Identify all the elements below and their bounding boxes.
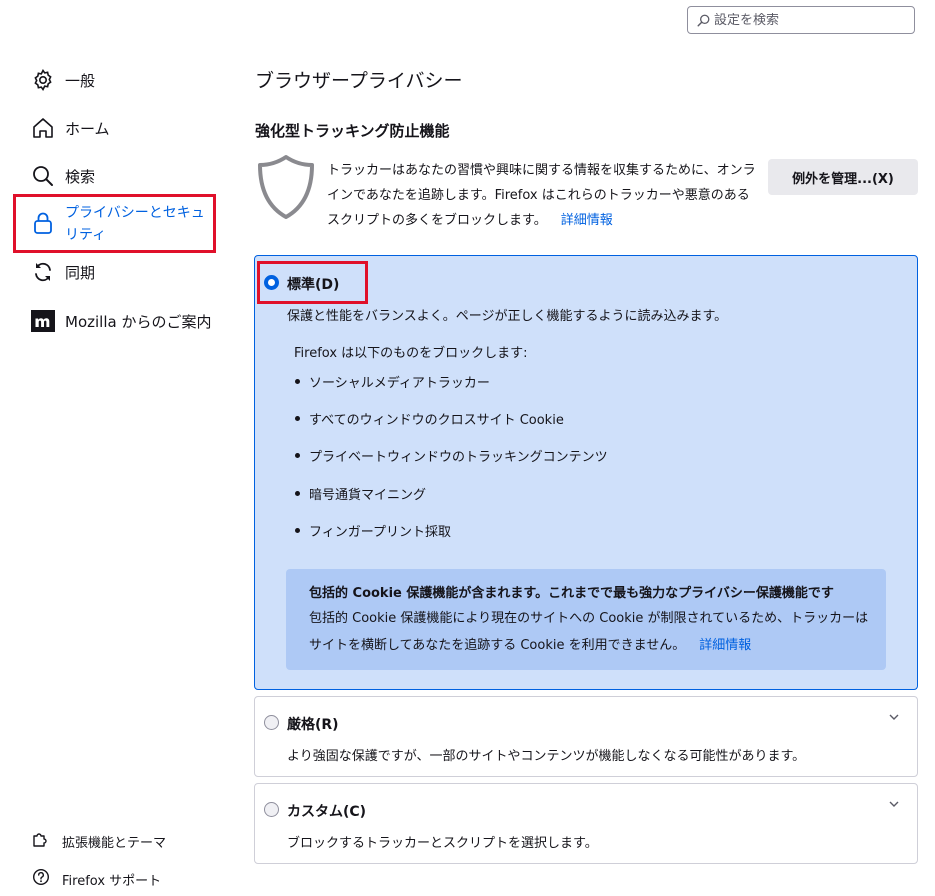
chevron-down-icon[interactable] — [888, 711, 900, 726]
sidebar-item-privacy[interactable]: プライバシーとセキュリティ — [30, 202, 205, 246]
sidebar-item-home[interactable]: ホーム — [30, 108, 110, 148]
cookie-protection-description: 包括的 Cookie 保護機能により現在のサイトへの Cookie が制限されて… — [309, 611, 869, 653]
search-icon — [697, 14, 710, 27]
lock-icon — [30, 210, 56, 236]
list-item: フィンガープリント採取 — [295, 521, 451, 540]
sidebar-item-label: 一般 — [65, 71, 96, 90]
sidebar-item-support[interactable]: Firefox サポート — [32, 867, 161, 891]
custom-option-description: ブロックするトラッカーとスクリプトを選択します。 — [287, 836, 598, 851]
learn-more-link[interactable]: 詳細情報 — [561, 213, 613, 228]
sidebar-item-search[interactable]: 検索 — [30, 156, 95, 196]
custom-option-title: カスタム(C) — [287, 804, 367, 820]
sidebar-item-general[interactable]: 一般 — [30, 60, 95, 100]
custom-option-card[interactable] — [254, 783, 918, 864]
sidebar-item-label: 拡張機能とテーマ — [62, 835, 167, 851]
sidebar-item-label: 同期 — [65, 263, 96, 282]
sidebar-item-sync[interactable]: 同期 — [30, 252, 95, 292]
strict-option-description: より強固な保護ですが、一部のサイトやコンテンツが機能しなくなる可能性があります。 — [287, 749, 806, 764]
standard-option-description: 保護と性能をバランスよく。ページが正しく機能するように読み込みます。 — [287, 309, 728, 324]
section-heading: 強化型トラッキング防止機能 — [255, 122, 450, 140]
shield-icon — [255, 153, 317, 225]
cookie-protection-title: 包括的 Cookie 保護機能が含まれます。これまでで最も強力なプライバシー保護… — [309, 586, 834, 601]
tracking-protection-description: トラッカーはあなたの習慣や興味に関する情報を収集するために、オンラインであなたを… — [327, 163, 756, 228]
custom-radio[interactable] — [264, 802, 279, 817]
puzzle-icon — [32, 830, 50, 852]
search-input[interactable] — [714, 12, 894, 28]
sidebar-item-extensions[interactable]: 拡張機能とテーマ — [32, 829, 166, 853]
search-icon — [30, 163, 56, 189]
sync-icon — [30, 259, 56, 285]
page-title: ブラウザープライバシー — [255, 70, 463, 92]
manage-exceptions-button[interactable]: 例外を管理...(X) — [768, 159, 918, 195]
cookie-learn-more-link[interactable]: 詳細情報 — [699, 638, 751, 653]
settings-search-box[interactable] — [687, 6, 915, 34]
strict-radio[interactable] — [264, 715, 279, 730]
list-item: ソーシャルメディアトラッカー — [295, 372, 490, 391]
home-icon — [30, 115, 56, 141]
standard-radio[interactable] — [264, 275, 279, 290]
strict-option-title: 厳格(R) — [287, 717, 339, 733]
chevron-down-icon[interactable] — [888, 798, 900, 813]
sidebar-item-label: プライバシーとセキュリティ — [65, 205, 205, 243]
list-item: 暗号通貨マイニング — [295, 484, 426, 503]
gear-icon — [30, 67, 56, 93]
strict-option-card[interactable] — [254, 696, 918, 777]
list-item: すべてのウィンドウのクロスサイト Cookie — [295, 409, 564, 428]
standard-option-title: 標準(D) — [287, 277, 340, 293]
sidebar-item-label: Firefox サポート — [62, 873, 162, 889]
sidebar-item-label: Mozilla からのご案内 — [65, 312, 212, 331]
sidebar-item-label: ホーム — [65, 119, 110, 138]
blocks-heading: Firefox は以下のものをブロックします: — [294, 346, 528, 361]
sidebar-item-label: 検索 — [65, 167, 96, 186]
help-icon — [32, 868, 50, 890]
mozilla-logo-icon — [30, 308, 56, 334]
list-item: プライベートウィンドウのトラッキングコンテンツ — [295, 446, 608, 465]
sidebar-item-mozilla[interactable]: Mozilla からのご案内 — [30, 301, 211, 341]
